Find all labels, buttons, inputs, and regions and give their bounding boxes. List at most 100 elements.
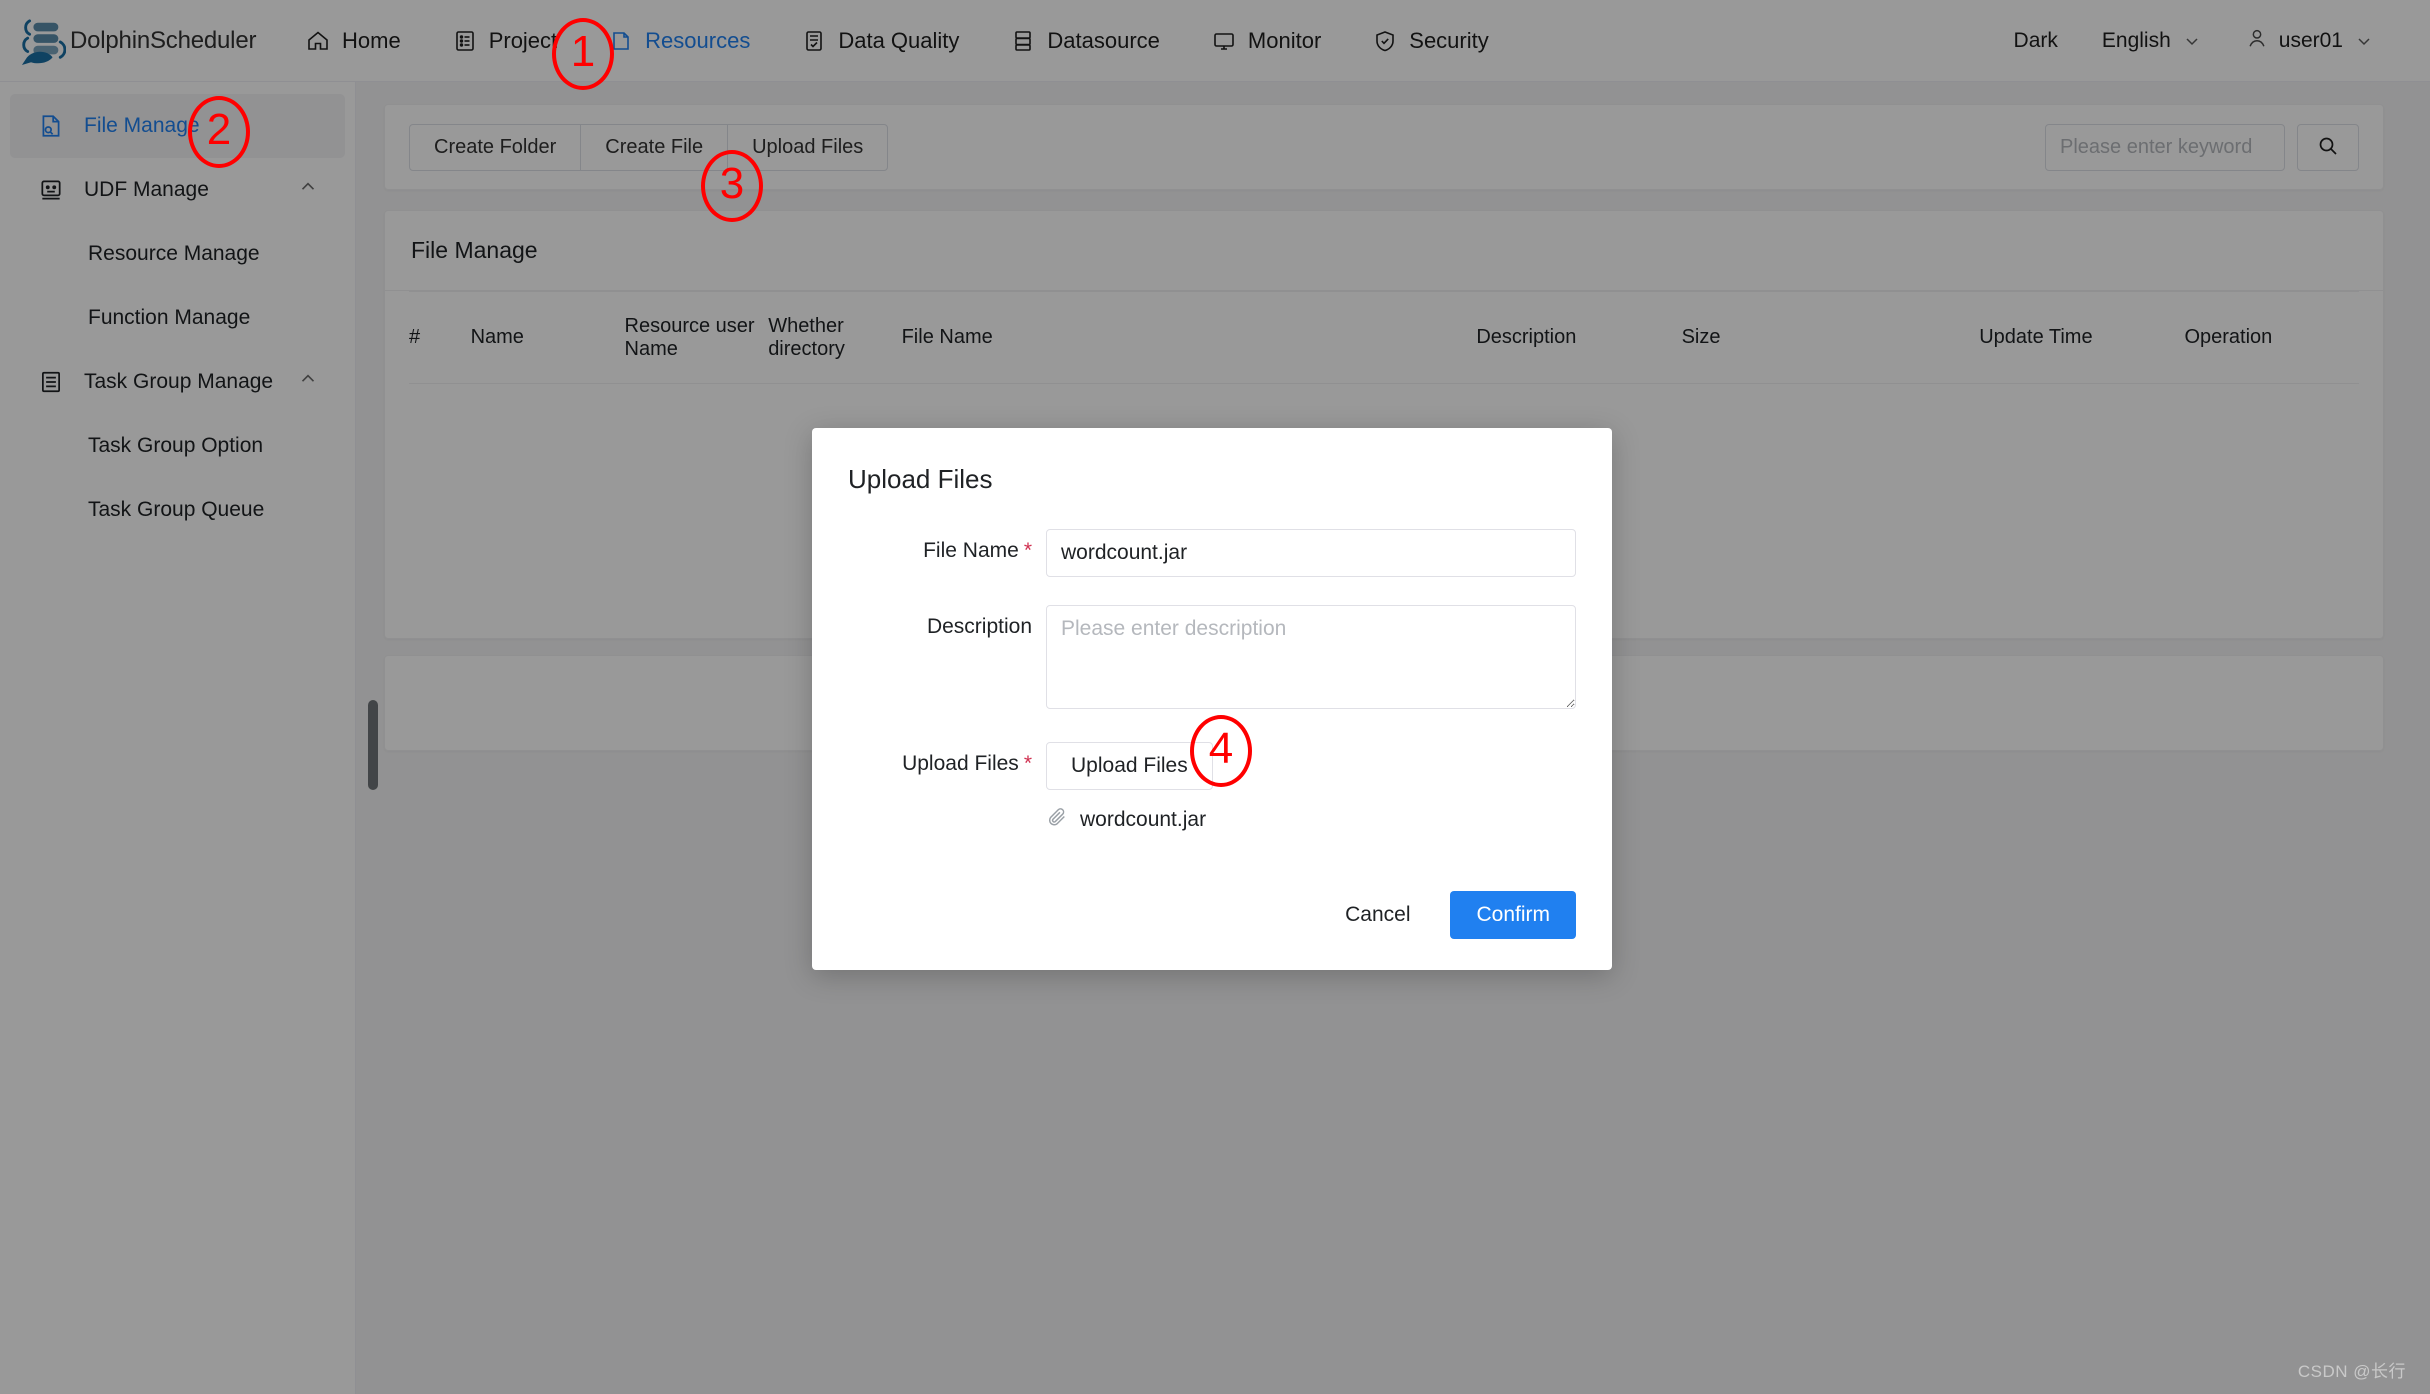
app-title: DolphinScheduler xyxy=(70,26,257,54)
sidebar-item-label: Resource Manage xyxy=(88,242,260,265)
uploaded-file-name: wordcount.jar xyxy=(1080,808,1207,831)
user-label: user01 xyxy=(2278,28,2343,52)
column-description: Description xyxy=(1476,291,1682,384)
user-menu[interactable]: user01 xyxy=(2224,27,2396,55)
column-size: Size xyxy=(1681,291,1980,384)
nav-item-monitor[interactable]: Monitor xyxy=(1186,0,1347,81)
description-field-wrap xyxy=(1046,605,1576,714)
search-area xyxy=(2045,123,2359,171)
upload-files-dialog: Upload Files File Name* Description Uplo… xyxy=(812,428,1612,970)
column-operation: Operation xyxy=(2184,291,2359,384)
column-whether-directory: Whether directory xyxy=(768,291,902,384)
nav-item-data-quality[interactable]: Data Quality xyxy=(776,0,985,81)
nav-label: Home xyxy=(342,27,401,53)
upload-files-dialog-button[interactable]: Upload Files xyxy=(1046,742,1213,790)
file-name-label: File Name * xyxy=(848,529,1046,563)
search-button[interactable] xyxy=(2297,123,2359,171)
file-name-input[interactable] xyxy=(1046,529,1576,577)
table-header-row: # Name Resource user Name Whether direct… xyxy=(409,291,2359,384)
project-icon xyxy=(453,29,477,53)
required-asterisk: * xyxy=(1023,539,1032,562)
watermark: CSDN @长行 xyxy=(2297,1362,2406,1381)
theme-toggle[interactable]: Dark xyxy=(1992,29,2080,53)
toolbar-card: Create Folder Create File Upload Files xyxy=(384,104,2384,190)
confirm-button[interactable]: Confirm xyxy=(1450,891,1576,939)
header-right-tools: Dark English user01 xyxy=(1992,27,2430,55)
chevron-up-icon[interactable] xyxy=(297,368,319,396)
attachment-icon xyxy=(1046,806,1068,834)
file-name-row: File Name * xyxy=(848,529,1576,577)
app-logo[interactable]: DolphinScheduler xyxy=(0,17,260,65)
security-icon xyxy=(1373,29,1397,53)
uploaded-file-item[interactable]: wordcount.jar xyxy=(1046,806,1576,834)
column-name: Name xyxy=(470,291,625,384)
chevron-up-icon[interactable] xyxy=(297,176,319,204)
cancel-button[interactable]: Cancel xyxy=(1323,891,1432,939)
sidebar-item-function-manage[interactable]: Function Manage xyxy=(10,286,345,350)
sidebar-item-label: UDF Manage xyxy=(84,178,209,201)
table-header: # Name Resource user Name Whether direct… xyxy=(409,291,2359,384)
nav-label: Project xyxy=(488,27,558,53)
upload-files-button[interactable]: Upload Files xyxy=(727,123,889,171)
udf-manage-icon xyxy=(38,177,68,203)
sidebar-item-task-group-manage[interactable]: Task Group Manage xyxy=(10,350,345,414)
create-file-button[interactable]: Create File xyxy=(580,123,729,171)
nav-label: Monitor xyxy=(1247,27,1322,53)
page-title: File Manage xyxy=(385,211,2383,291)
content-scrollbar[interactable] xyxy=(368,700,378,790)
nav-label: Data Quality xyxy=(838,27,960,53)
sidebar-item-label: Task Group Queue xyxy=(88,498,265,521)
sidebar-item-task-group-queue[interactable]: Task Group Queue xyxy=(10,478,345,542)
chevron-down-icon xyxy=(2182,31,2202,51)
file-name-label-text: File Name xyxy=(923,539,1019,562)
datasource-icon xyxy=(1011,29,1035,53)
column-file-name: File Name xyxy=(901,291,1477,384)
upload-field-wrap: Upload Files wordcount.jar xyxy=(1046,742,1576,834)
column-update-time: Update Time xyxy=(1979,291,2185,384)
search-icon xyxy=(2316,134,2340,161)
nav-label: Datasource xyxy=(1047,27,1160,53)
column-index: # xyxy=(409,291,471,384)
chevron-down-icon xyxy=(2354,31,2374,51)
sidebar: File Manage UDF Manage Resource Manage F… xyxy=(0,82,356,1394)
sidebar-item-task-group-option[interactable]: Task Group Option xyxy=(10,414,345,478)
top-header: DolphinScheduler Home Project Resources … xyxy=(0,0,2430,82)
file-manage-icon xyxy=(38,113,68,139)
description-textarea[interactable] xyxy=(1046,605,1576,709)
toolbar-button-group: Create Folder Create File Upload Files xyxy=(409,123,889,171)
sidebar-item-udf-manage[interactable]: UDF Manage xyxy=(10,158,345,222)
nav-item-datasource[interactable]: Datasource xyxy=(985,0,1186,81)
search-input[interactable] xyxy=(2045,123,2285,171)
dialog-title: Upload Files xyxy=(848,464,993,494)
sidebar-item-label: Function Manage xyxy=(88,306,251,329)
sidebar-item-file-manage[interactable]: File Manage xyxy=(10,94,345,158)
monitor-icon xyxy=(1212,29,1236,53)
sidebar-item-resource-manage[interactable]: Resource Manage xyxy=(10,222,345,286)
file-name-field-wrap xyxy=(1046,529,1576,577)
resources-icon xyxy=(609,29,633,53)
sidebar-item-label: File Manage xyxy=(84,114,200,137)
language-selector[interactable]: English xyxy=(2080,29,2224,53)
description-row: Description xyxy=(848,605,1576,714)
nav-item-home[interactable]: Home xyxy=(280,0,427,81)
dolphinscheduler-logo-icon xyxy=(20,17,67,65)
nav-item-project[interactable]: Project xyxy=(427,0,583,81)
dialog-footer: Cancel Confirm xyxy=(812,860,1612,970)
data-quality-icon xyxy=(802,29,826,53)
task-group-icon xyxy=(38,369,68,395)
required-asterisk: * xyxy=(1023,752,1032,775)
nav-label: Security xyxy=(1409,27,1489,53)
main-nav: Home Project Resources Data Quality Data… xyxy=(280,0,1515,81)
avatar xyxy=(2246,27,2268,55)
description-label: Description xyxy=(926,615,1032,638)
sidebar-item-label: Task Group Option xyxy=(88,434,264,457)
nav-item-resources[interactable]: Resources xyxy=(583,0,776,81)
language-label: English xyxy=(2101,28,2171,52)
create-folder-button[interactable]: Create Folder xyxy=(409,123,582,171)
sidebar-item-label: Task Group Manage xyxy=(84,370,274,393)
nav-label: Resources xyxy=(645,27,751,53)
nav-item-security[interactable]: Security xyxy=(1347,0,1514,81)
app-root: DolphinScheduler Home Project Resources … xyxy=(0,0,2430,1394)
upload-files-row: Upload Files * Upload Files wordcount.jar xyxy=(848,742,1576,834)
home-icon xyxy=(306,29,330,53)
